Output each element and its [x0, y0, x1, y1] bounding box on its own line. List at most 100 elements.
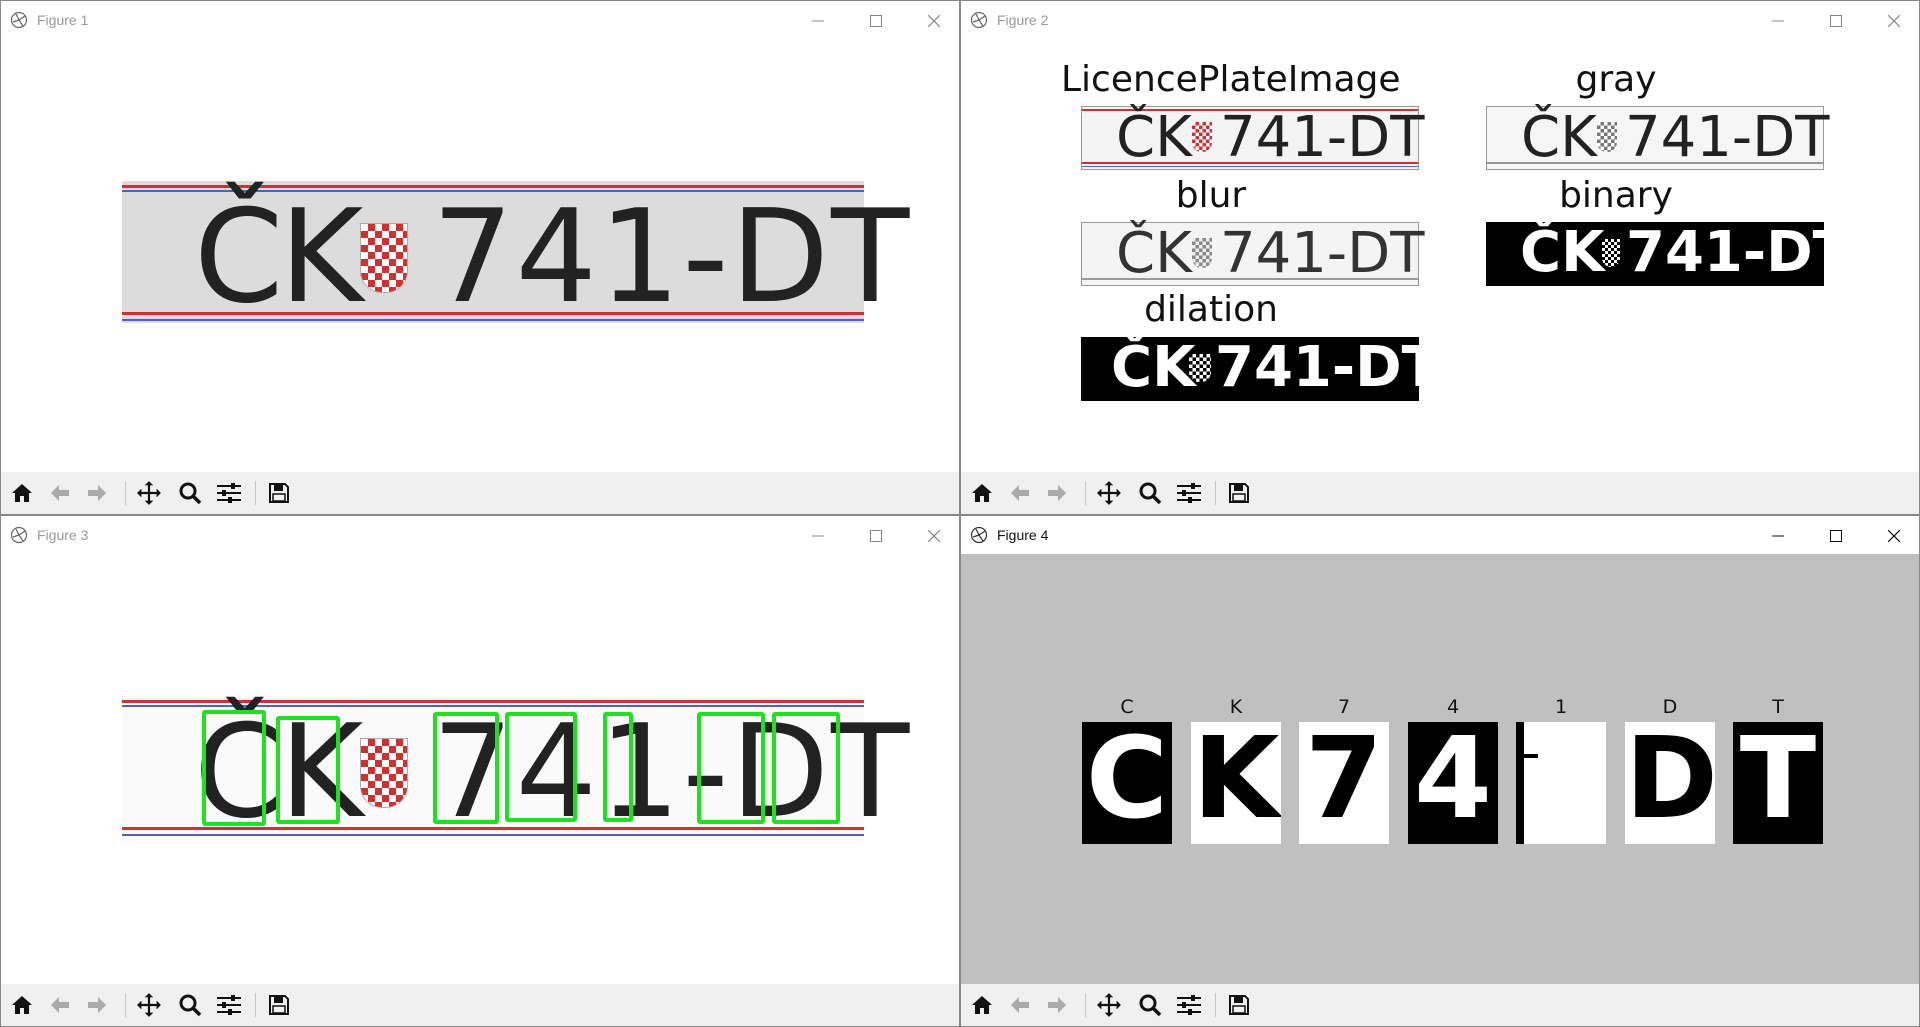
detected-characters-plate: ČK 741-DT: [122, 696, 909, 847]
plate-text-left: ČK: [1116, 105, 1192, 170]
figure-1-window[interactable]: Figure 1 ČK 741-DT: [0, 0, 960, 515]
title-bar[interactable]: Figure 2: [961, 1, 1919, 39]
plate-text-left: ČK: [1111, 335, 1196, 400]
home-button[interactable]: [966, 989, 998, 1021]
pan-icon: [1097, 993, 1121, 1017]
home-icon: [972, 484, 992, 502]
figure-canvas[interactable]: ČK 741-DT: [1, 554, 959, 982]
plate-text-left: ČK: [1521, 105, 1597, 170]
pan-icon: [1097, 481, 1121, 505]
figure-canvas[interactable]: C K 7 4 1 D T C K 7 4 D T: [961, 554, 1919, 984]
back-arrow-icon: [51, 485, 69, 501]
navigation-toolbar: [1, 984, 959, 1026]
plate-text-right: 741-DT: [1220, 221, 1425, 286]
character-bounding-box: [505, 712, 577, 822]
segmented-char-image: [1516, 722, 1606, 844]
configure-subplots-button[interactable]: [213, 477, 245, 509]
configure-subplots-button[interactable]: [1173, 477, 1205, 509]
maximize-button[interactable]: [853, 522, 899, 550]
zoom-button[interactable]: [1134, 477, 1166, 509]
char-label: C: [1120, 696, 1134, 718]
plate-text-left: ČK: [1520, 220, 1605, 285]
segmented-char-image: K: [1191, 722, 1281, 844]
pan-button[interactable]: [133, 989, 165, 1021]
close-button[interactable]: [911, 522, 957, 550]
back-button[interactable]: [44, 989, 76, 1021]
coat-of-arms-icon: [1602, 239, 1620, 267]
minimize-button[interactable]: [795, 7, 841, 35]
configure-subplots-button[interactable]: [213, 989, 245, 1021]
toolbar-separator: [125, 481, 126, 505]
save-button[interactable]: [1223, 477, 1255, 509]
figure-3-window[interactable]: Figure 3 ČK 741-DT: [0, 515, 960, 1027]
back-arrow-icon: [51, 997, 69, 1013]
zoom-icon: [1139, 994, 1162, 1017]
plate-text-left: ČK: [194, 183, 363, 332]
toolbar-separator: [1215, 481, 1216, 505]
coat-of-arms-icon: [1192, 238, 1212, 268]
forward-arrow-icon: [88, 485, 106, 501]
pan-button[interactable]: [133, 477, 165, 509]
configure-subplots-icon: [1177, 483, 1201, 503]
segmented-char-image: D: [1625, 722, 1715, 844]
toolbar-separator: [1085, 993, 1086, 1017]
figure-canvas[interactable]: ČK 741-DT: [1, 39, 959, 467]
figure-2-window[interactable]: Figure 2 LicencePlateImage gray blur bin…: [960, 0, 1920, 515]
forward-button[interactable]: [81, 477, 113, 509]
toolbar-separator: [255, 993, 256, 1017]
configure-subplots-icon: [217, 995, 241, 1015]
plate-text-left: ČK: [1116, 221, 1192, 286]
maximize-button[interactable]: [853, 7, 899, 35]
char-label: 4: [1446, 696, 1460, 718]
minimize-button[interactable]: [1755, 7, 1801, 35]
back-arrow-icon: [1011, 997, 1029, 1013]
matplotlib-icon: [970, 11, 988, 29]
window-title: Figure 3: [37, 527, 89, 543]
window-title: Figure 4: [997, 527, 1049, 543]
minimize-button[interactable]: [1755, 522, 1801, 550]
close-button[interactable]: [1871, 7, 1917, 35]
title-bar[interactable]: Figure 1: [1, 1, 959, 39]
figure-canvas[interactable]: LicencePlateImage gray blur binary dilat…: [961, 39, 1919, 467]
window-title: Figure 2: [997, 12, 1049, 28]
back-button[interactable]: [1004, 477, 1036, 509]
save-button[interactable]: [263, 989, 295, 1021]
figure-4-window[interactable]: Figure 4 C K 7 4 1 D T C K 7 4 D T: [960, 515, 1920, 1027]
zoom-button[interactable]: [174, 477, 206, 509]
maximize-button[interactable]: [1813, 522, 1859, 550]
zoom-button[interactable]: [1134, 989, 1166, 1021]
plate-text-right: 741-DT: [1215, 335, 1440, 400]
save-button[interactable]: [263, 477, 295, 509]
toolbar-separator: [1085, 481, 1086, 505]
back-button[interactable]: [44, 477, 76, 509]
char-label: K: [1229, 696, 1243, 718]
segmented-char-image: 4: [1408, 722, 1498, 844]
back-arrow-icon: [1011, 485, 1029, 501]
save-button[interactable]: [1223, 989, 1255, 1021]
close-button[interactable]: [1871, 522, 1917, 550]
forward-button[interactable]: [1041, 477, 1073, 509]
maximize-button[interactable]: [1813, 7, 1859, 35]
configure-subplots-button[interactable]: [1173, 989, 1205, 1021]
save-icon: [1229, 995, 1249, 1015]
dilation-panel: ČK 741-DT: [1081, 335, 1440, 401]
character-bounding-box: [697, 712, 765, 824]
close-button[interactable]: [911, 7, 957, 35]
title-bar[interactable]: Figure 4: [961, 516, 1919, 554]
title-bar[interactable]: Figure 3: [1, 516, 959, 554]
pan-button[interactable]: [1093, 477, 1125, 509]
back-button[interactable]: [1004, 989, 1036, 1021]
forward-button[interactable]: [1041, 989, 1073, 1021]
coat-of-arms-icon: [360, 738, 408, 808]
pan-button[interactable]: [1093, 989, 1125, 1021]
home-button[interactable]: [966, 477, 998, 509]
configure-subplots-icon: [1177, 995, 1201, 1015]
home-button[interactable]: [6, 989, 38, 1021]
forward-button[interactable]: [81, 989, 113, 1021]
minimize-button[interactable]: [795, 522, 841, 550]
zoom-button[interactable]: [174, 989, 206, 1021]
matplotlib-icon: [970, 526, 988, 544]
panel-title-blur: blur: [1175, 175, 1247, 216]
gray-panel: ČK 741-DT: [1486, 105, 1829, 170]
home-button[interactable]: [6, 477, 38, 509]
